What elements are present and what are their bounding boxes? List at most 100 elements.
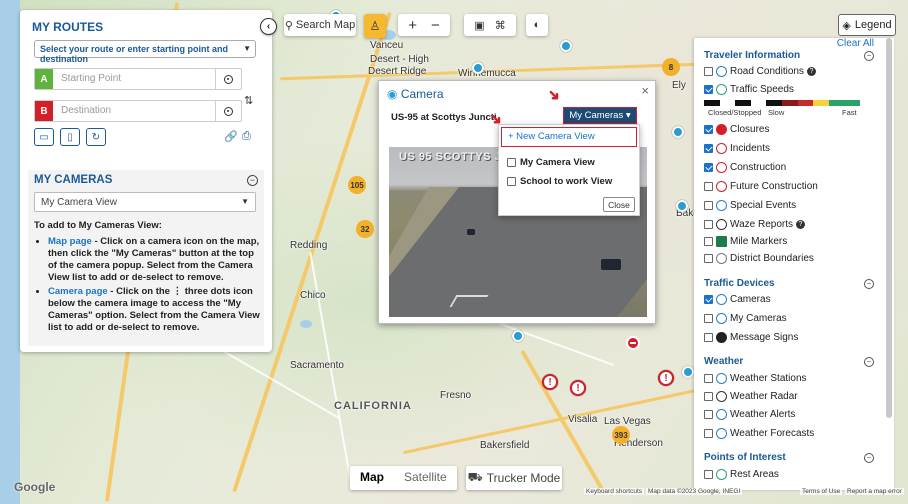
camera-pin-icon[interactable] bbox=[560, 40, 572, 52]
legend-item-special-events[interactable]: Special Events bbox=[704, 200, 796, 211]
camera-cluster[interactable]: 32 bbox=[356, 220, 374, 238]
legend-item-road-conditions[interactable]: Road Conditions? bbox=[704, 66, 816, 77]
checkbox[interactable] bbox=[704, 429, 713, 438]
camera-pin-icon[interactable] bbox=[676, 200, 688, 212]
map-type-map[interactable]: Map bbox=[350, 466, 394, 490]
closure-icon[interactable] bbox=[626, 336, 640, 350]
checkbox[interactable] bbox=[704, 254, 713, 263]
dropdown-close-button[interactable]: Close bbox=[603, 197, 635, 212]
close-icon[interactable]: × bbox=[641, 83, 649, 98]
bus-mode-button[interactable]: ▯ bbox=[60, 128, 80, 146]
legend-item-weather-alerts[interactable]: Weather Alerts bbox=[704, 409, 795, 420]
checkbox[interactable] bbox=[704, 85, 713, 94]
swap-route-icon[interactable]: ⇅ bbox=[244, 94, 253, 107]
reset-route-button[interactable]: ↻ bbox=[86, 128, 106, 146]
checkbox[interactable] bbox=[704, 67, 713, 76]
map-type-satellite[interactable]: Satellite bbox=[394, 466, 457, 490]
camera-view-option[interactable]: School to work View bbox=[507, 176, 612, 187]
checkbox[interactable] bbox=[704, 220, 713, 229]
start-point-input[interactable]: Starting Point bbox=[61, 73, 121, 84]
legend-item-message-signs[interactable]: Message Signs bbox=[704, 332, 798, 343]
trucker-mode-button[interactable]: ⛟ Trucker Mode bbox=[466, 466, 562, 490]
checkbox[interactable] bbox=[704, 392, 713, 401]
locate-destination-button[interactable] bbox=[215, 101, 241, 121]
checkbox[interactable] bbox=[704, 333, 713, 342]
legend-item-closures[interactable]: Closures bbox=[704, 124, 769, 135]
help-icon[interactable]: ? bbox=[806, 67, 816, 76]
checkbox[interactable] bbox=[507, 177, 516, 186]
route-select[interactable]: Select your route or enter starting poin… bbox=[34, 40, 256, 64]
legend-button[interactable]: ◈ Legend bbox=[838, 14, 896, 36]
destination-field[interactable]: B Destination bbox=[34, 100, 242, 122]
contrast-button[interactable]: ◐ bbox=[526, 14, 548, 36]
checkbox[interactable] bbox=[704, 163, 713, 172]
search-map-button[interactable]: ⚲ Search Map bbox=[284, 14, 356, 36]
camera-view-option[interactable]: My Camera View bbox=[507, 157, 595, 168]
legend-item-weather-radar[interactable]: Weather Radar bbox=[704, 391, 798, 402]
my-cameras-button[interactable]: My Cameras ▾ bbox=[563, 107, 637, 124]
speed-swatch bbox=[704, 100, 720, 106]
print-icon[interactable]: ⎙ bbox=[242, 130, 251, 143]
checkbox[interactable] bbox=[704, 374, 713, 383]
collapse-panel-button[interactable]: ‹ bbox=[260, 18, 277, 35]
collapse-icon[interactable]: − bbox=[864, 51, 874, 61]
checkbox[interactable] bbox=[704, 144, 713, 153]
zoom-in-button[interactable]: + bbox=[408, 17, 417, 34]
street-view-pegman-icon[interactable]: ♙ bbox=[364, 14, 386, 38]
checkbox[interactable] bbox=[507, 158, 516, 167]
incident-icon[interactable]: ! bbox=[570, 380, 586, 396]
legend-item-weather-forecasts[interactable]: Weather Forecasts bbox=[704, 428, 814, 439]
save-icon[interactable]: ▣ bbox=[474, 19, 484, 32]
checkbox[interactable] bbox=[704, 314, 713, 323]
camera-cluster[interactable]: 105 bbox=[348, 176, 366, 194]
checkbox[interactable] bbox=[704, 237, 713, 246]
keyboard-shortcuts-link[interactable]: Keyboard shortcuts bbox=[584, 488, 645, 495]
section-title: Weather bbox=[704, 356, 744, 367]
destination-input[interactable]: Destination bbox=[61, 105, 111, 116]
help-icon[interactable]: ? bbox=[795, 220, 805, 229]
camera-pin-icon[interactable] bbox=[682, 366, 694, 378]
new-camera-view-option[interactable]: + New Camera View bbox=[501, 127, 637, 147]
checkbox[interactable] bbox=[704, 125, 713, 134]
camera-view-select[interactable]: My Camera View ▼ bbox=[34, 192, 256, 212]
camera-cluster[interactable]: 8 bbox=[662, 58, 680, 76]
legend-item-district-boundaries[interactable]: District Boundaries bbox=[704, 253, 814, 264]
camera-cluster[interactable]: 393 bbox=[612, 426, 630, 444]
incident-icon[interactable]: ! bbox=[658, 370, 674, 386]
legend-item-rest-areas[interactable]: Rest Areas bbox=[704, 469, 779, 480]
camera-pin-icon[interactable] bbox=[512, 330, 524, 342]
checkbox[interactable] bbox=[704, 410, 713, 419]
start-point-field[interactable]: A Starting Point bbox=[34, 68, 242, 90]
legend-item-future-construction[interactable]: Future Construction bbox=[704, 181, 818, 192]
clear-all-link[interactable]: Clear All bbox=[837, 38, 874, 49]
incident-icon[interactable]: ! bbox=[542, 374, 558, 390]
collapse-icon[interactable]: − bbox=[864, 279, 874, 289]
legend-item-waze-reports[interactable]: Waze Reports? bbox=[704, 219, 805, 230]
legend-item-my-cameras[interactable]: My Cameras bbox=[704, 313, 787, 324]
legend-item-construction[interactable]: Construction bbox=[704, 162, 786, 173]
legend-scrollbar[interactable] bbox=[886, 38, 892, 418]
zoom-out-button[interactable]: − bbox=[431, 17, 440, 34]
legend-item-cameras[interactable]: Cameras bbox=[704, 294, 771, 305]
car-mode-button[interactable]: ▭ bbox=[34, 128, 54, 146]
collapse-icon[interactable]: − bbox=[247, 175, 258, 186]
report-error-link[interactable]: Report a map error bbox=[845, 488, 904, 495]
checkbox[interactable] bbox=[704, 201, 713, 210]
checkbox[interactable] bbox=[704, 182, 713, 191]
checkbox[interactable] bbox=[704, 295, 713, 304]
legend-item-traffic-speeds[interactable]: Traffic Speeds bbox=[704, 84, 794, 95]
share-icon[interactable]: ⌘ bbox=[495, 19, 506, 32]
link-icon[interactable]: 🔗 bbox=[224, 130, 238, 143]
legend-item-incidents[interactable]: Incidents bbox=[704, 143, 770, 154]
map-page-link[interactable]: Map page bbox=[48, 236, 92, 247]
camera-pin-icon[interactable] bbox=[472, 62, 484, 74]
locate-start-button[interactable] bbox=[215, 69, 241, 89]
legend-item-weather-stations[interactable]: Weather Stations bbox=[704, 373, 807, 384]
camera-page-link[interactable]: Camera page bbox=[48, 286, 108, 297]
checkbox[interactable] bbox=[704, 470, 713, 479]
collapse-icon[interactable]: − bbox=[864, 357, 874, 367]
camera-pin-icon[interactable] bbox=[672, 126, 684, 138]
terms-link[interactable]: Terms of Use bbox=[800, 488, 843, 495]
collapse-icon[interactable]: − bbox=[864, 453, 874, 463]
legend-item-mile-markers[interactable]: Mile Markers bbox=[704, 236, 787, 247]
